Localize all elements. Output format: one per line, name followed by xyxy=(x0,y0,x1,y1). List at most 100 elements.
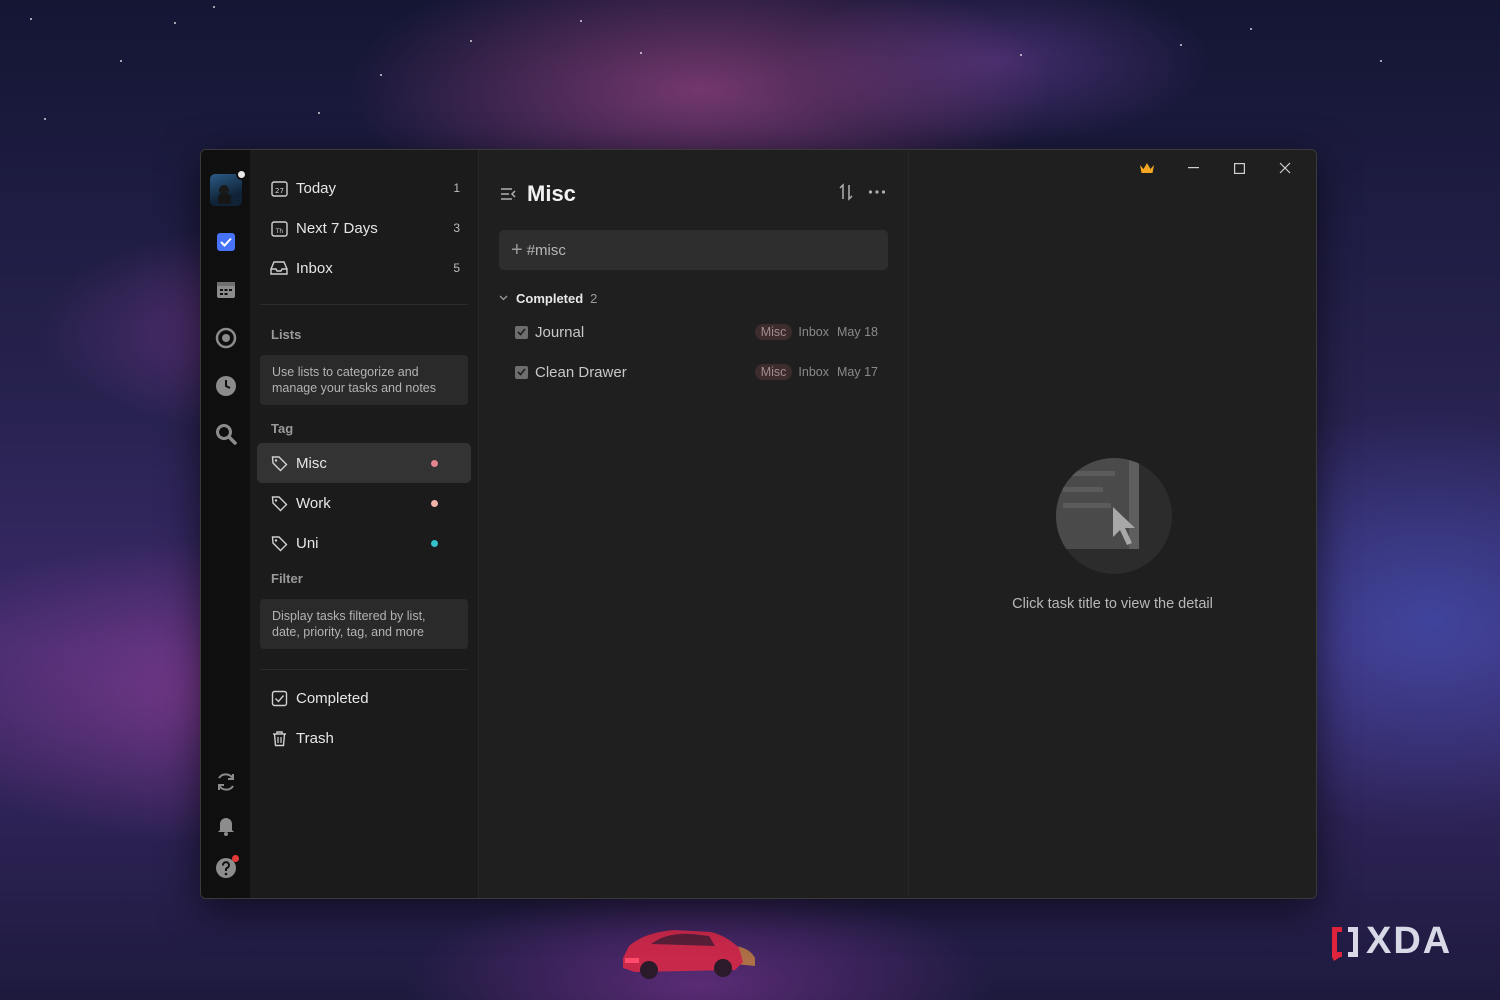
more-horizontal-icon xyxy=(868,190,886,194)
sidebar-item-next-7-days[interactable]: Th Next 7 Days 3 xyxy=(260,208,468,248)
sidebar-divider xyxy=(260,304,468,305)
task-row[interactable]: Clean Drawer Misc Inbox May 17 xyxy=(499,352,888,392)
tag-color-dot xyxy=(431,459,438,467)
task-date: May 17 xyxy=(837,365,878,379)
menu-collapse-icon xyxy=(501,188,516,200)
rail-bottom-group xyxy=(215,771,239,884)
task-row[interactable]: Journal Misc Inbox May 18 xyxy=(499,312,888,352)
filter-hint[interactable]: Display tasks filtered by list, date, pr… xyxy=(260,599,468,649)
sidebar-item-tag-misc[interactable]: Misc xyxy=(257,443,471,483)
empty-state-text: Click task title to view the detail xyxy=(1012,596,1213,612)
sort-icon xyxy=(839,183,853,201)
crown-icon xyxy=(1140,163,1154,173)
check-square-icon xyxy=(270,689,288,707)
add-task-placeholder: #misc xyxy=(526,241,566,259)
maximize-icon xyxy=(1233,162,1245,174)
close-icon xyxy=(1279,162,1291,174)
group-label: Completed xyxy=(516,290,584,306)
icon-rail xyxy=(201,150,250,898)
minimize-icon xyxy=(1187,167,1199,169)
notifications-button[interactable] xyxy=(215,814,237,841)
premium-button[interactable] xyxy=(1124,154,1170,182)
task-detail-panel: Click task title to view the detail xyxy=(909,150,1316,898)
svg-text:27: 27 xyxy=(275,187,284,195)
car-illustration xyxy=(623,930,755,979)
task-list-header: Misc xyxy=(499,150,888,238)
lists-hint[interactable]: Use lists to categorize and manage your … xyxy=(260,355,468,405)
task-date: May 18 xyxy=(837,325,878,339)
chevron-down-icon xyxy=(499,295,508,301)
sidebar-item-count: 3 xyxy=(453,221,460,235)
filter-section-label: Filter xyxy=(271,571,303,586)
sidebar-item-tag-uni[interactable]: Uni xyxy=(260,523,468,563)
tasks-nav-button[interactable] xyxy=(214,230,238,254)
more-options-button[interactable] xyxy=(868,189,886,195)
task-title[interactable]: Journal xyxy=(535,324,584,341)
plus-icon: + xyxy=(511,239,523,261)
calendar-today-icon: 27 xyxy=(270,179,288,197)
task-checkbox[interactable] xyxy=(515,365,528,379)
sidebar-item-count: 1 xyxy=(453,181,460,195)
completed-group-header[interactable]: Completed 2 xyxy=(499,284,888,312)
search-icon xyxy=(215,424,237,445)
search-nav-button[interactable] xyxy=(214,422,238,446)
tag-icon xyxy=(270,494,288,512)
window-controls xyxy=(1124,154,1308,182)
app-window: 27 Today 1 Th Next 7 Days 3 Inbox 5 List… xyxy=(200,149,1317,899)
sidebar-item-trash[interactable]: Trash xyxy=(260,718,468,758)
tag-section-label: Tag xyxy=(271,421,294,436)
sidebar-item-count: 5 xyxy=(453,261,460,275)
task-list-name: Inbox xyxy=(798,325,829,339)
avatar-image-icon xyxy=(217,185,231,204)
task-title[interactable]: Clean Drawer xyxy=(535,364,627,381)
sidebar-item-label: Inbox xyxy=(296,259,333,277)
calendar-icon xyxy=(216,282,235,298)
sidebar-item-today[interactable]: 27 Today 1 xyxy=(260,168,468,208)
close-button[interactable] xyxy=(1262,154,1308,182)
avatar-status-dot xyxy=(235,169,247,180)
task-meta: Misc Inbox May 18 xyxy=(754,324,878,340)
task-checkbox[interactable] xyxy=(515,325,528,339)
sidebar-item-label: Misc xyxy=(296,454,327,472)
sidebar-toggle-button[interactable] xyxy=(499,186,517,202)
habit-nav-button[interactable] xyxy=(214,326,238,350)
empty-state-illustration xyxy=(1056,458,1172,574)
task-tag[interactable]: Misc xyxy=(754,364,793,380)
xda-logo-icon xyxy=(1332,926,1358,961)
bell-icon xyxy=(217,818,234,836)
task-list-panel: Misc + #misc Completed 2 Journal Misc In… xyxy=(479,150,909,898)
sidebar: 27 Today 1 Th Next 7 Days 3 Inbox 5 List… xyxy=(250,150,479,898)
help-notification-dot xyxy=(231,855,239,862)
task-tag[interactable]: Misc xyxy=(754,324,793,340)
task-list-name: Inbox xyxy=(798,365,829,379)
sidebar-item-label: Trash xyxy=(296,729,334,747)
xda-watermark-text: XDA xyxy=(1366,920,1453,962)
check-icon xyxy=(517,328,526,336)
sync-icon xyxy=(217,773,234,791)
calendar-nav-button[interactable] xyxy=(214,278,238,302)
pomodoro-nav-button[interactable] xyxy=(214,374,238,398)
sidebar-item-label: Next 7 Days xyxy=(296,219,378,237)
sidebar-item-tag-work[interactable]: Work xyxy=(260,483,468,523)
inbox-icon xyxy=(270,259,288,277)
sidebar-item-label: Completed xyxy=(296,689,369,707)
target-icon xyxy=(215,327,236,349)
sidebar-item-inbox[interactable]: Inbox 5 xyxy=(260,248,468,288)
help-button[interactable] xyxy=(215,855,239,884)
group-count: 2 xyxy=(590,290,598,306)
checkbox-icon xyxy=(216,233,235,251)
sidebar-item-label: Uni xyxy=(296,534,319,552)
sort-button[interactable] xyxy=(838,183,854,201)
maximize-button[interactable] xyxy=(1216,154,1262,182)
task-meta: Misc Inbox May 17 xyxy=(754,364,878,380)
task-list-actions xyxy=(838,183,886,201)
avatar[interactable] xyxy=(209,169,247,206)
calendar-week-icon: Th xyxy=(270,219,288,237)
svg-text:Th: Th xyxy=(274,228,283,235)
clock-icon xyxy=(215,376,236,396)
tag-icon xyxy=(270,534,288,552)
minimize-button[interactable] xyxy=(1170,154,1216,182)
trash-icon xyxy=(270,729,288,747)
sidebar-item-completed[interactable]: Completed xyxy=(260,678,468,718)
sync-button[interactable] xyxy=(215,771,237,798)
